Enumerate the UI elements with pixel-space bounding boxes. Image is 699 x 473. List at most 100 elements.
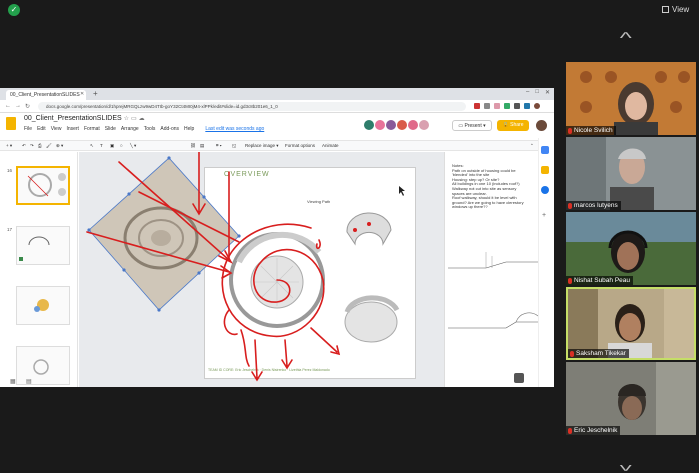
maximize-icon[interactable]: □ xyxy=(535,89,539,96)
view-button[interactable]: View xyxy=(662,2,696,16)
menu-format[interactable]: Format xyxy=(84,126,100,132)
grid-view-icon[interactable]: ▦ xyxy=(10,378,16,385)
muted-mic-icon xyxy=(568,202,572,209)
new-tab-icon[interactable]: + xyxy=(93,89,98,98)
close-window-icon[interactable]: ✕ xyxy=(545,89,550,96)
participant-tile[interactable]: Nicole Svilich xyxy=(566,62,696,135)
video-feed xyxy=(566,362,696,435)
forward-icon[interactable]: → xyxy=(15,103,21,109)
tab-bar: 00_Client_PresentationSLIDES ✕ + – □ ✕ xyxy=(0,88,554,100)
star-icon[interactable]: ☆ xyxy=(124,116,129,122)
filmstrip-view-icon[interactable]: ▤ xyxy=(26,378,32,385)
crop-icon[interactable]: ⌗ ▾ xyxy=(216,143,222,148)
chevron-down-icon[interactable]: ^ xyxy=(620,455,632,473)
avatar[interactable] xyxy=(386,120,396,130)
slide-filmstrip: 16 17 ▦ ▤ xyxy=(0,152,78,387)
avatar[interactable] xyxy=(408,120,418,130)
user-avatar[interactable] xyxy=(536,120,547,131)
video-feed xyxy=(566,212,696,285)
extension-icon[interactable] xyxy=(474,103,480,109)
menu-slide[interactable]: Slide xyxy=(105,126,116,132)
extension-icon[interactable] xyxy=(494,103,500,109)
participant-tile[interactable]: Eric Jeschelnik xyxy=(566,362,696,435)
add-ons-plus-icon[interactable]: + xyxy=(542,212,546,219)
slides-logo-icon[interactable] xyxy=(6,117,16,130)
participant-tile[interactable]: Nishat Subah Peau xyxy=(566,212,696,285)
extension-icon[interactable] xyxy=(524,103,530,109)
extension-icon[interactable] xyxy=(514,103,520,109)
comment-icon[interactable]: ▤ xyxy=(200,143,204,149)
extension-icon[interactable] xyxy=(504,103,510,109)
print-icon[interactable]: ⎙ xyxy=(38,143,42,148)
video-feed xyxy=(566,137,696,210)
chevron-up-icon[interactable]: ^ xyxy=(620,30,632,48)
back-icon[interactable]: ← xyxy=(5,103,11,109)
avatar[interactable] xyxy=(364,120,374,130)
menu-view[interactable]: View xyxy=(51,126,62,132)
folder-icon[interactable]: ▭ xyxy=(131,116,137,122)
participant-name: Nishat Subah Peau xyxy=(566,276,634,285)
mouse-cursor-icon xyxy=(399,186,405,196)
present-icon: ▭ xyxy=(458,123,464,129)
speaker-notes-text[interactable]: Notes: Path on outside of housing could … xyxy=(452,163,528,210)
text-box-icon[interactable]: T xyxy=(100,143,103,148)
menu-addons[interactable]: Add-ons xyxy=(160,126,179,132)
collaborator-avatars xyxy=(364,120,429,130)
format-options-button[interactable]: Format options xyxy=(285,143,315,148)
video-feed xyxy=(566,62,696,135)
zoom-icon[interactable]: ⊕ ▾ xyxy=(56,143,63,149)
calendar-icon[interactable] xyxy=(541,146,549,154)
shape-icon[interactable]: ○ xyxy=(120,143,123,148)
muted-mic-icon xyxy=(568,127,572,134)
menu-arrange[interactable]: Arrange xyxy=(121,126,139,132)
doc-title[interactable]: 00_Client_PresentationSLIDES ☆ ▭ ☁ xyxy=(24,115,145,122)
explore-icon[interactable] xyxy=(514,373,524,383)
selected-site-image[interactable] xyxy=(87,156,241,312)
avatar[interactable] xyxy=(397,120,407,130)
reload-icon[interactable]: ↻ xyxy=(25,103,30,110)
close-tab-icon[interactable]: ✕ xyxy=(80,91,84,97)
minimize-icon[interactable]: – xyxy=(526,89,529,96)
undo-icon[interactable]: ↶ xyxy=(22,143,26,149)
video-feed xyxy=(568,289,694,358)
new-slide-icon[interactable]: + ▾ xyxy=(6,143,12,149)
present-button[interactable]: ▭ Present ▾ xyxy=(452,120,492,131)
slide-thumbnail[interactable] xyxy=(16,346,70,385)
menu-file[interactable]: File xyxy=(24,126,32,132)
security-shield-icon[interactable]: ✓ xyxy=(8,4,20,16)
paint-format-icon[interactable]: 🖌 xyxy=(46,143,52,149)
keep-icon[interactable] xyxy=(541,166,549,174)
last-edit-link[interactable]: Last edit was seconds ago xyxy=(205,126,264,132)
side-panel xyxy=(538,138,554,387)
mask-image-icon[interactable]: ◱ xyxy=(232,143,236,149)
profile-icon[interactable] xyxy=(534,103,540,109)
participant-tile-active-speaker[interactable]: Saksham Tikekar xyxy=(566,287,696,360)
replace-image-button[interactable]: Replace image ▾ xyxy=(245,143,279,149)
avatar[interactable] xyxy=(375,120,385,130)
animate-button[interactable]: Animate xyxy=(322,143,339,148)
line-icon[interactable]: ╲ ▾ xyxy=(130,143,136,149)
url-input[interactable]: docs.google.com/presentation/d/1hprejMRG… xyxy=(38,102,466,111)
image-icon[interactable]: ▣ xyxy=(110,143,114,149)
slide-thumbnail[interactable] xyxy=(16,166,70,205)
avatar[interactable] xyxy=(419,120,429,130)
slide-thumbnail[interactable] xyxy=(16,226,70,265)
menu-tools[interactable]: Tools xyxy=(144,126,156,132)
select-icon[interactable]: ↖ xyxy=(90,143,94,149)
redo-icon[interactable]: ↷ xyxy=(30,143,34,149)
link-icon[interactable]: ⛓ xyxy=(190,143,196,149)
cloud-icon[interactable]: ☁ xyxy=(139,116,145,122)
slide-thumbnail[interactable] xyxy=(16,286,70,325)
tasks-icon[interactable] xyxy=(541,186,549,194)
menu-edit[interactable]: Edit xyxy=(37,126,46,132)
menu-insert[interactable]: Insert xyxy=(66,126,79,132)
browser-tab[interactable]: 00_Client_PresentationSLIDES xyxy=(6,90,86,100)
address-bar-row: ← → ↻ docs.google.com/presentation/d/1hp… xyxy=(0,100,554,113)
participant-tile[interactable]: marcos lutyens xyxy=(566,137,696,210)
extension-icon[interactable] xyxy=(484,103,490,109)
share-button[interactable]: 🔒 Share xyxy=(497,120,529,131)
doc-title-text: 00_Client_PresentationSLIDES xyxy=(24,115,122,122)
participant-name: Nicole Svilich xyxy=(566,126,616,135)
collapse-toolbar-icon[interactable]: ⌃ xyxy=(530,143,534,149)
menu-help[interactable]: Help xyxy=(184,126,194,132)
